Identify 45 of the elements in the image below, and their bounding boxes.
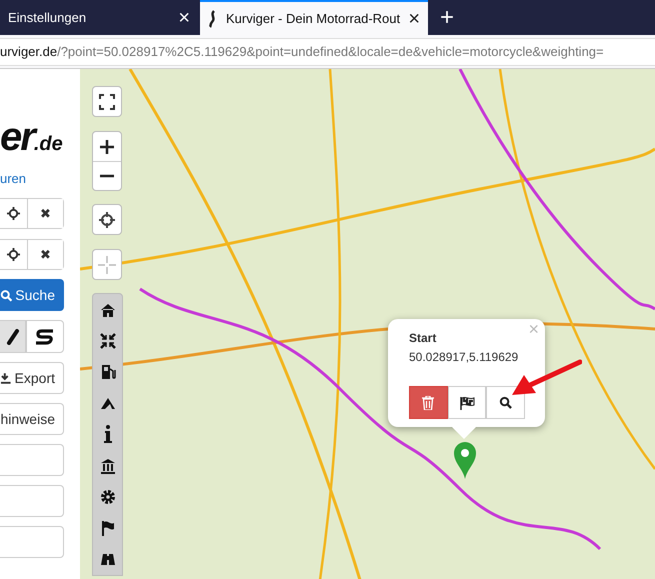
browser-tab[interactable]: Kurviger - Dein Motorrad-Rout × [200,0,428,35]
crosshair-icon [6,248,20,261]
tab-title: Kurviger - Dein Motorrad-Rout [226,11,400,26]
browser-tab[interactable]: Einstellungen × [0,0,198,35]
search-icon [0,288,12,302]
hints-button[interactable]: hinweise [0,403,64,435]
address-field[interactable]: urviger.de/?point=50.028917%2C5.119629&point=undefined&locale=de&vehicle=motorcycle&weighting= [0,38,655,66]
compress-icon [100,332,116,349]
crosshair-icon [99,212,115,228]
search-button[interactable] [486,386,526,419]
binoculars-icon [100,551,116,568]
museum-icon [100,458,116,474]
settings-icon [100,488,116,505]
close-tab-button[interactable]: × [408,8,420,28]
fuel-pump-icon [100,364,116,380]
fullscreen-icon [99,94,115,110]
export-button[interactable]: Export [0,362,64,394]
search-button[interactable]: Suche [0,279,64,311]
cross-icon [98,256,116,274]
road-icon [208,10,218,28]
finish-flag-button[interactable] [448,386,486,419]
site-logo: er.de [0,117,63,157]
search-icon [499,396,512,409]
new-tab-button[interactable]: + [428,0,466,35]
delete-button[interactable] [409,386,448,419]
popup-coordinates: 50.028917,5.119629 [409,350,520,364]
remove-button[interactable]: ✖ [26,199,63,228]
fullscreen-button[interactable] [92,86,122,117]
close-tab-button[interactable]: × [178,8,190,28]
trash-icon [422,396,434,410]
plus-icon [100,140,114,154]
locate-button[interactable] [92,204,122,235]
flag-icon [100,520,114,536]
map-marker-icon [453,441,477,479]
remove-button[interactable]: ✖ [26,240,63,269]
popup-title: Start [409,331,438,345]
crosshair-icon [6,207,20,220]
route-mode-button[interactable] [0,320,26,353]
info-icon [104,425,112,444]
sidebar-link[interactable]: uren [0,171,26,186]
route-mode-button[interactable] [26,320,64,353]
download-icon [0,372,12,384]
tab-title: Einstellungen [8,10,88,25]
checkered-flag-icon [459,394,475,410]
home-icon [100,302,116,318]
